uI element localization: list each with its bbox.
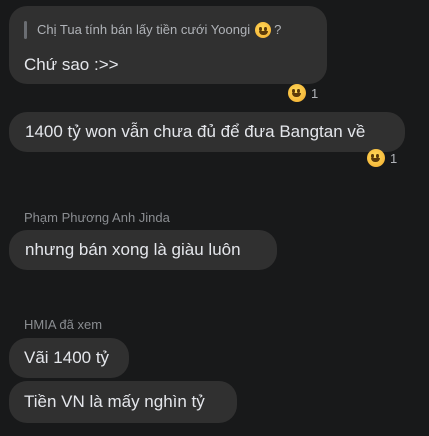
message-reaction[interactable]: 1	[367, 149, 397, 167]
message-text: Chứ sao :>>	[24, 55, 119, 74]
message-text: 1400 tỷ won vẫn chưa đủ để đưa Bangtan v…	[25, 122, 366, 141]
message-bubble-reply[interactable]: Chị Tua tính bán lấy tiền cưới Yoongi ? …	[9, 6, 327, 84]
message-text: Tiền VN là mấy nghìn tỷ	[24, 392, 205, 411]
grinning-emoji-icon	[288, 84, 306, 102]
reply-quote-text: Chị Tua tính bán lấy tiền cưới Yoongi	[37, 22, 251, 37]
message-bubble[interactable]: Tiền VN là mấy nghìn tỷ	[9, 381, 237, 423]
message-bubble[interactable]: Vãi 1400 tỷ	[9, 338, 129, 378]
message-text: Vãi 1400 tỷ	[24, 348, 110, 367]
seen-status: HMIA đã xem	[24, 317, 103, 332]
message-reaction[interactable]: 1	[288, 84, 318, 102]
reply-quote-suffix: ?	[274, 22, 282, 37]
reaction-count: 1	[311, 85, 319, 101]
reply-bar	[24, 21, 27, 39]
message-thread: Chị Tua tính bán lấy tiền cưới Yoongi ? …	[0, 0, 429, 436]
grinning-emoji-icon	[367, 149, 385, 167]
message-bubble[interactable]: 1400 tỷ won vẫn chưa đủ để đưa Bangtan v…	[9, 112, 405, 152]
sender-name: Phạm Phương Anh Jinda	[24, 210, 170, 225]
reaction-count: 1	[390, 150, 398, 166]
reply-quote[interactable]: Chị Tua tính bán lấy tiền cưới Yoongi ?	[24, 20, 311, 40]
message-bubble[interactable]: nhưng bán xong là giàu luôn	[9, 230, 277, 270]
grinning-emoji-icon	[255, 22, 272, 38]
message-text: nhưng bán xong là giàu luôn	[25, 240, 241, 259]
